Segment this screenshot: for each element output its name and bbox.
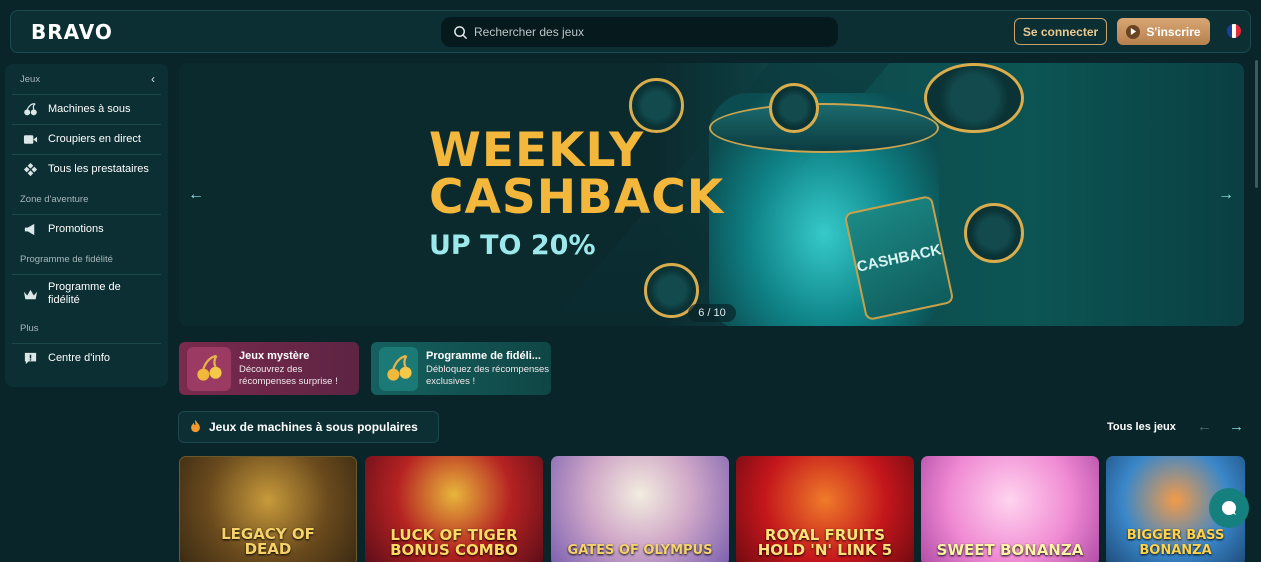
sidebar-item-info[interactable]: Centre d'info [12,343,161,373]
sidebar-item-label: Centre d'info [48,352,111,364]
sidebar-section-jeux[interactable]: Jeux ‹ [12,64,161,94]
cherries-icon [22,102,38,118]
signup-button[interactable]: S'inscrire [1117,18,1210,45]
tag-text: CASHBACK [855,240,943,276]
arrow-left-icon[interactable]: ← [1197,418,1212,435]
sidebar-section-title: Jeux [20,73,41,85]
sidebar: Jeux ‹ Machines à sous Croupiers en dire… [5,64,168,387]
scrollbar[interactable] [1255,60,1258,188]
crown-icon [22,286,38,302]
promo-title: Jeux mystère [239,349,310,362]
slide-counter: 6 / 10 [688,304,736,322]
sidebar-item-label: Croupiers en direct [48,133,141,145]
video-icon [22,132,38,148]
cherries-icon [379,346,418,391]
play-icon [1126,24,1141,39]
arrow-right-icon[interactable]: → [1229,418,1244,435]
jar-lid-image [709,103,939,153]
game-tile-sweet-bonanza[interactable]: SWEET BONANZA [921,456,1099,562]
fire-icon [189,419,202,436]
sidebar-item-prestataires[interactable]: Tous les prestataires [12,154,161,184]
game-tile-legacy[interactable]: LEGACY OF DEAD [179,456,357,562]
sidebar-item-promotions[interactable]: Promotions [12,214,161,244]
banner-subtitle: UP TO 20% [429,230,596,261]
sidebar-item-label: Programme de fidélité [48,281,121,306]
sidebar-section-aventure: Zone d'aventure [12,184,161,214]
chat-icon [1222,501,1236,515]
coin-image [924,63,1024,133]
banner-title: WEEKLY CASHBACK [429,127,724,221]
top-header: BRAVO Se connecter S'inscrire [10,10,1251,53]
sidebar-section-plus: Plus [12,313,161,343]
chevron-left-icon[interactable]: ‹ [151,72,155,86]
game-name: BIGGER BASS BONANZA [1126,528,1225,558]
promo-card-fidelite[interactable]: Programme de fidéli... Débloquez des réc… [371,342,551,395]
arrow-right-icon[interactable]: → [1218,186,1236,203]
banner-title-line1: WEEKLY [429,123,645,178]
search-icon [454,25,468,39]
arrow-left-icon[interactable]: ← [188,186,206,203]
sidebar-item-label: Machines à sous [48,103,131,115]
sidebar-item-croupiers[interactable]: Croupiers en direct [12,124,161,154]
search-bar[interactable] [441,17,838,47]
promo-description: Débloquez des récompenses exclusives ! [426,363,550,387]
hero-banner[interactable]: CASHBACK WEEKLY CASHBACK UP TO 20% ← → 6… [179,63,1244,326]
sidebar-item-label: Tous les prestataires [48,163,149,175]
search-input[interactable] [474,25,814,39]
sidebar-section-fidelite: Programme de fidélité [12,244,161,274]
popular-section-title: Jeux de machines à sous populaires [178,411,439,443]
cherries-icon [187,346,231,391]
game-name: LUCK OF TIGER BONUS COMBO [390,526,518,559]
info-icon [22,351,38,367]
coin-image [964,203,1024,263]
game-tile-royal-fruits[interactable]: ROYAL FRUITS HOLD 'N' LINK 5 [736,456,914,562]
sidebar-item-fidelite[interactable]: Programme de fidélité [12,274,161,313]
all-games-link[interactable]: Tous les jeux [1107,421,1176,433]
promo-description: Découvrez des récompenses surprise ! [239,363,338,387]
banner-title-line2: CASHBACK [429,170,725,225]
megaphone-icon [22,222,38,238]
section-title-text: Jeux de machines à sous populaires [209,420,418,434]
sidebar-item-label: Promotions [48,223,104,235]
signup-label: S'inscrire [1146,24,1201,39]
promo-card-mystere[interactable]: Jeux mystère Découvrez des récompenses s… [179,342,359,395]
game-name: ROYAL FRUITS HOLD 'N' LINK 5 [757,526,893,559]
providers-icon [22,162,38,178]
sidebar-section-title: Zone d'aventure [20,193,89,205]
chat-button[interactable] [1209,488,1249,528]
game-name: GATES OF OLYMPUS [567,543,713,558]
sidebar-section-title: Programme de fidélité [20,253,113,265]
logo[interactable]: BRAVO [31,20,113,44]
login-button[interactable]: Se connecter [1014,18,1107,45]
game-name: SWEET BONANZA [936,541,1084,559]
sidebar-section-title: Plus [20,322,39,334]
coin-image [769,83,819,133]
game-name: LEGACY OF DEAD [221,525,315,558]
flag-fr-icon[interactable] [1227,24,1241,38]
game-tile-luck-of-tiger[interactable]: LUCK OF TIGER BONUS COMBO [365,456,543,562]
promo-title: Programme de fidéli... [426,349,541,362]
game-tile-gates-of-olympus[interactable]: GATES OF OLYMPUS [551,456,729,562]
sidebar-item-machines[interactable]: Machines à sous [12,94,161,124]
